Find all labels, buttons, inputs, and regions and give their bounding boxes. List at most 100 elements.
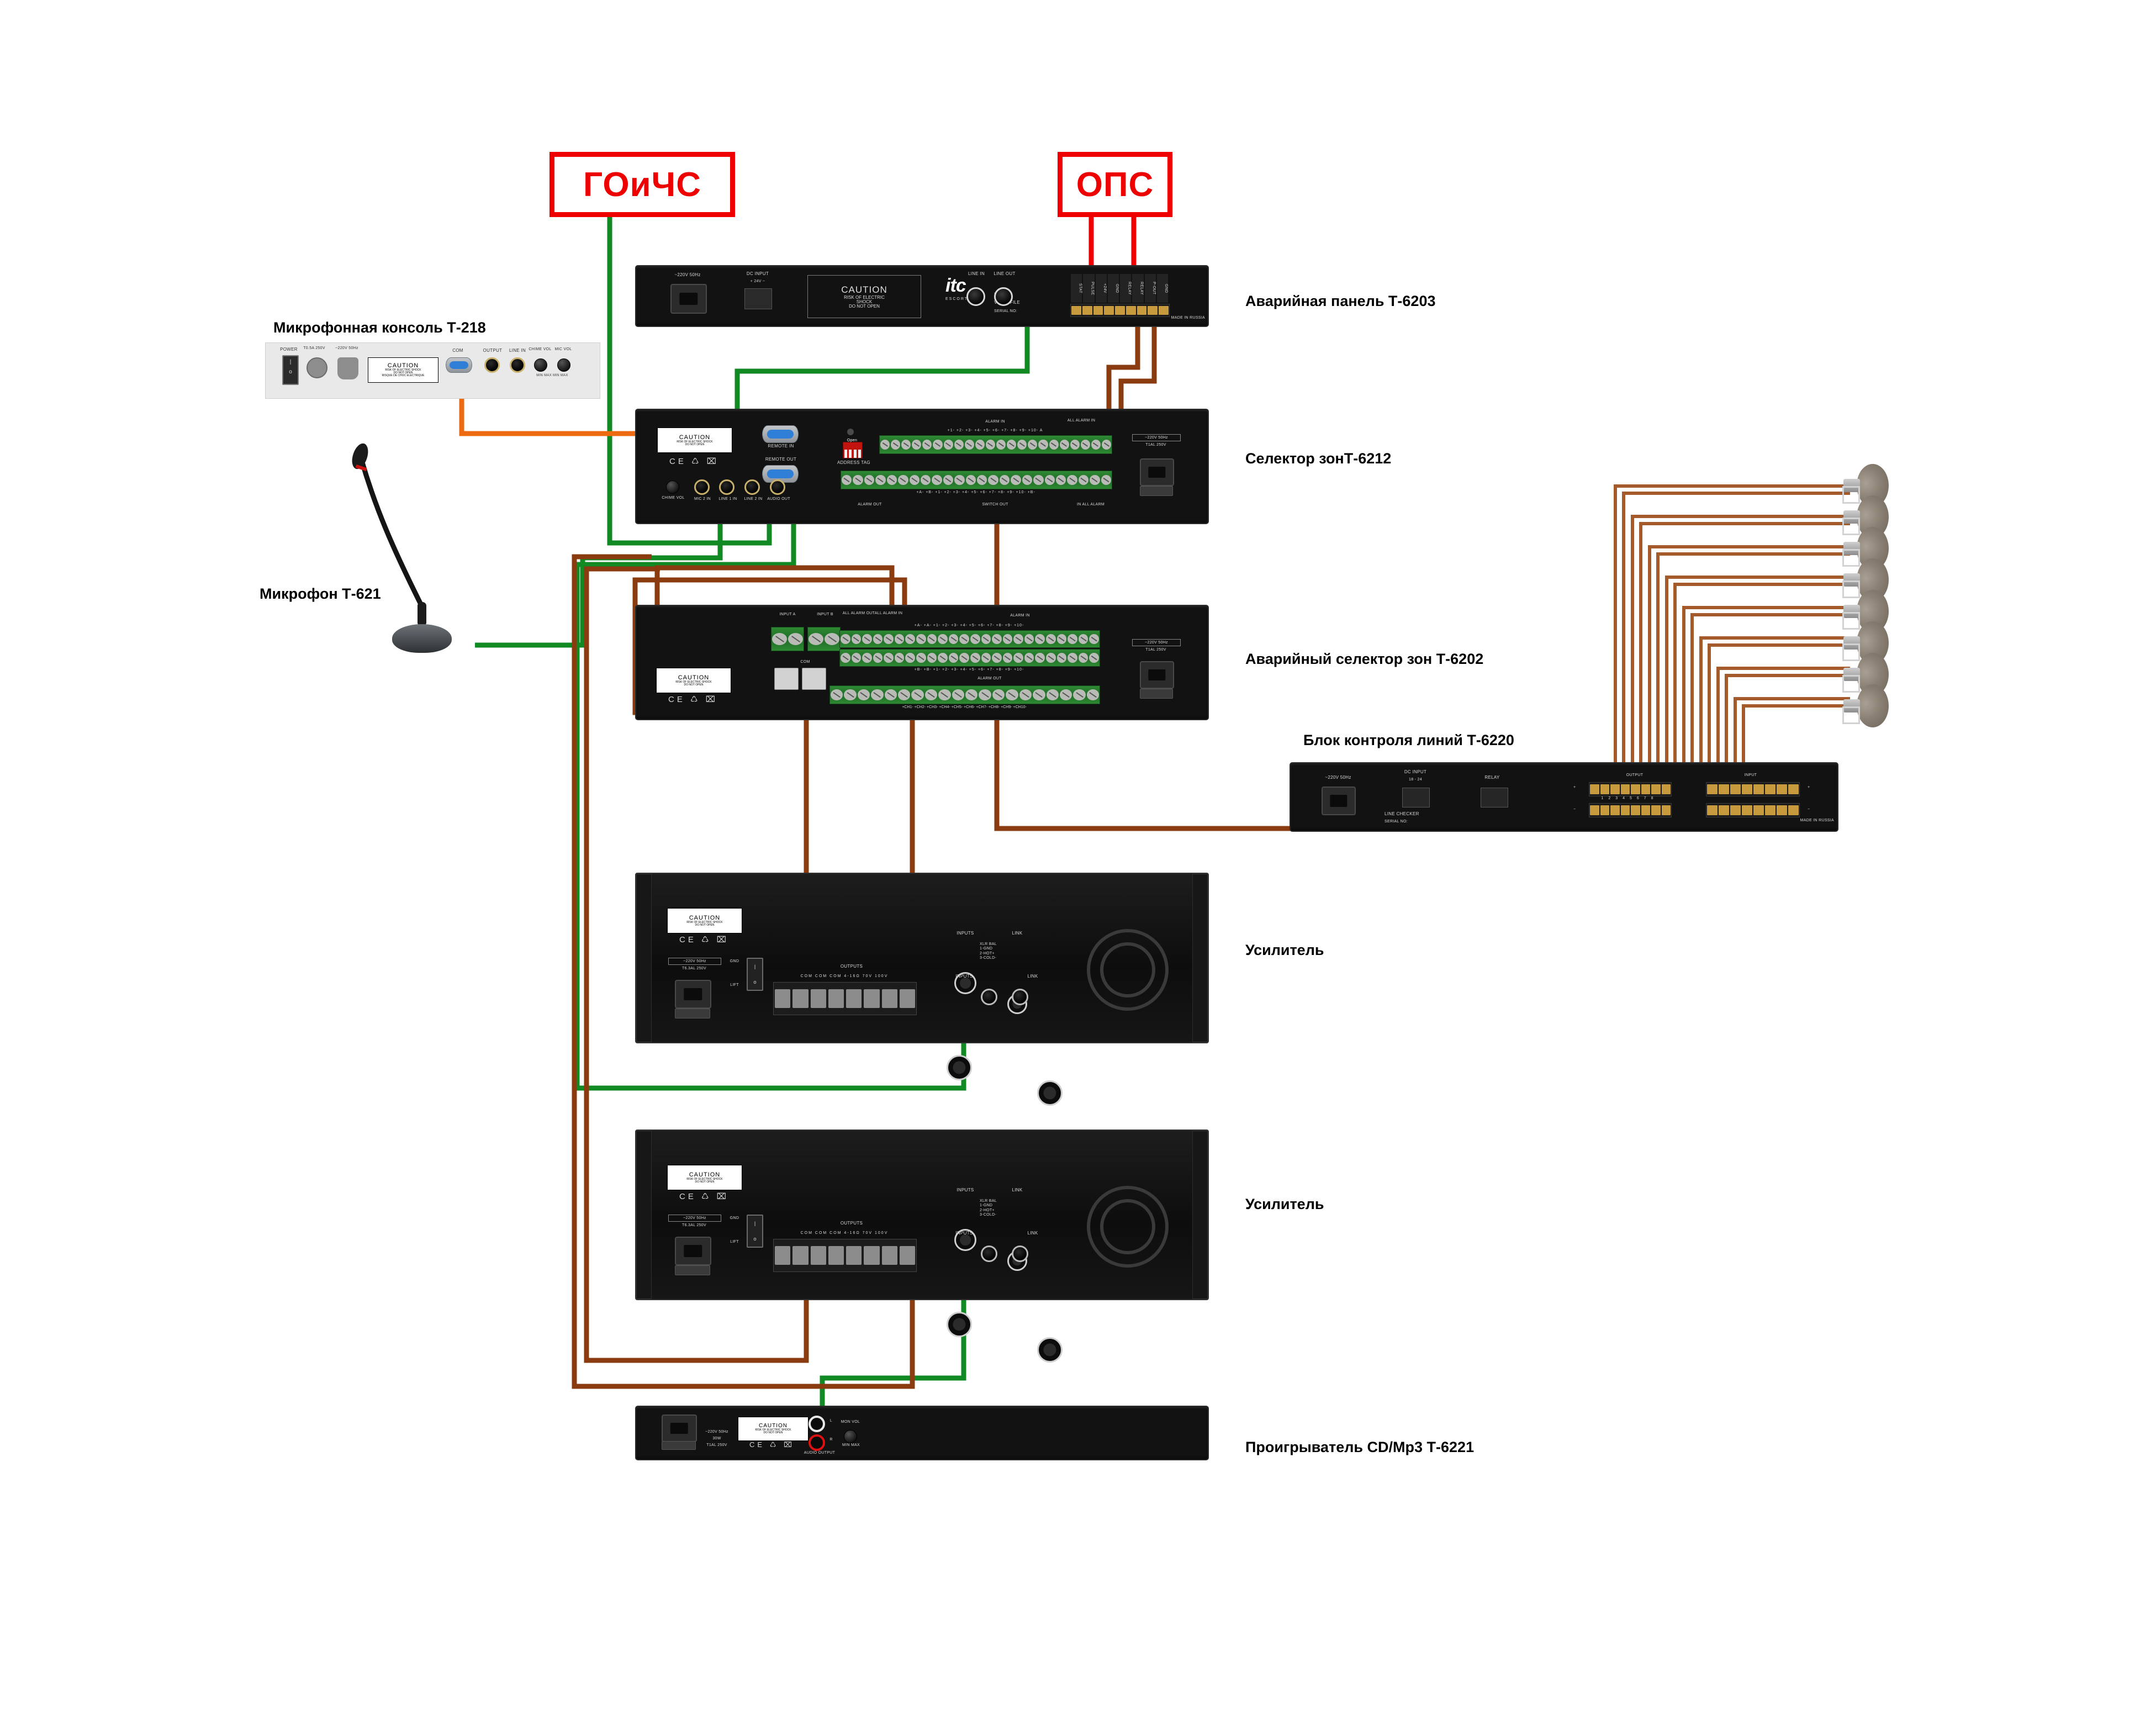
t6212-chime-knob[interactable] [666, 481, 679, 494]
t6221-audio-out-l[interactable] [808, 1416, 825, 1432]
diagram-canvas: ГОиЧС ОПС Микрофонная консоль Т-218 Микр… [0, 0, 2156, 1710]
t6202-inputa-label: INPUT A [779, 613, 796, 616]
wire-spk-6b [1708, 643, 1850, 780]
wire-spk-5a [1682, 606, 1850, 780]
t6212-remote-in-port[interactable] [762, 425, 799, 443]
t6202-inputa-terminal[interactable] [771, 627, 804, 651]
t6212-line2in-jack[interactable] [744, 479, 760, 495]
t6203-linein-jack[interactable] [966, 287, 985, 306]
device-amp2[interactable]: CAUTION RISK OF ELECTRIC SHOCK DO NOT OPEN… [635, 1130, 1209, 1363]
amp1-link-xlr[interactable] [1037, 1080, 1063, 1106]
device-t621[interactable] [309, 442, 475, 663]
t6221-monvol-knob[interactable] [844, 1430, 857, 1443]
t218-linein-label: LINE IN [509, 348, 526, 353]
speaker-horn-8[interactable] [1839, 684, 1889, 729]
t6212-dip-switch[interactable] [843, 442, 863, 458]
wire-spk-1a [1614, 484, 1850, 780]
amp2-link-trs-jack[interactable] [1012, 1245, 1028, 1262]
t6221-monvol-label: MON VOL [841, 1420, 860, 1424]
t6221-audio-out-label: AUDIO OUTPUT [804, 1451, 836, 1455]
t6202-com-label: COM [800, 660, 810, 664]
device-t218[interactable]: POWER | o T0.5A 250V ~220V 50Hz CAUTION … [265, 342, 600, 399]
device-t6203[interactable]: ~220V 50Hz DC INPUT + 24V ~ CAUTION RISK… [635, 265, 1209, 327]
t6203-term-gnd1: GND [1107, 274, 1119, 303]
callout-goichs[interactable]: ГОиЧС [549, 152, 735, 217]
t218-fuse-holder [307, 357, 327, 378]
t6202-com-rj1[interactable] [774, 668, 799, 690]
amp2-input-xlr[interactable] [947, 1312, 972, 1337]
amp2-xlr-pinout: XLR BAL 1-GND 2-HOT+ 3-COLD- [980, 1199, 997, 1217]
amp2-out-taps: COM COM COM 4-16Ω 70V 100V [800, 1231, 889, 1235]
amp1-gnd-lift-switch[interactable]: | o [747, 958, 763, 991]
t6202-alarmout-strip[interactable] [839, 649, 1100, 667]
t6203-term-stat: STAT [1071, 274, 1082, 303]
t218-micvol-knob[interactable] [557, 358, 570, 372]
t218-power-switch[interactable]: | o [282, 355, 299, 385]
amp1-input-xlr[interactable] [947, 1055, 972, 1080]
t6220-dc-range: 18 - 24 [1409, 778, 1422, 782]
t6220-output-strip-top[interactable] [1589, 782, 1672, 796]
t6220-input-strip-bottom[interactable] [1706, 803, 1800, 817]
callout-goichs-label: ГОиЧС [583, 165, 701, 204]
t6212-switchout-label: SWITCH OUT [982, 503, 1008, 506]
t6212-caution-plate: CAUTION RISK OF ELECTRIC SHOCK DO NOT OPEN [657, 428, 732, 453]
t621-gooseneck [352, 443, 426, 626]
amp1-mains-label: ~220V 50Hz [668, 958, 721, 965]
t6212-switchout-strip[interactable] [841, 471, 1112, 489]
t6203-dc-terminal[interactable] [744, 288, 772, 309]
label-t6212: Селектор зонТ-6212 [1245, 450, 1392, 467]
t621-base [392, 624, 452, 653]
t218-micvol-label: MIC VOL [554, 347, 572, 351]
t6220-output-strip-bottom[interactable] [1589, 803, 1672, 817]
t218-output-jack[interactable] [484, 357, 500, 373]
t6220-name-label: LINE CHECKER [1385, 811, 1419, 816]
amp2-input-trs-jack[interactable] [981, 1245, 997, 1262]
t6212-line1in-jack[interactable] [719, 479, 734, 495]
amp2-fuse-holder [675, 1265, 710, 1275]
wire-spk-4a [1665, 576, 1850, 780]
t218-linein-jack[interactable] [510, 357, 525, 373]
t6203-lineout-jack[interactable] [994, 287, 1013, 306]
amp2-output-terminal-block[interactable] [773, 1239, 917, 1272]
t218-caution-l4: RISQUE DE CHOC ELECTRIQUE [382, 374, 425, 377]
t6202-caution-plate: CAUTION RISK OF ELECTRIC SHOCK DO NOT OPEN [656, 668, 731, 693]
amp2-gnd-lift-switch[interactable]: | o [747, 1215, 763, 1248]
t6212-audioout-jack[interactable] [770, 479, 785, 495]
t218-com-db9-port[interactable] [446, 357, 472, 373]
amp1-output-terminal-block[interactable] [773, 982, 917, 1015]
amp1-gnd-label: GND [730, 959, 739, 963]
t6202-alarmin-nums: +A- +A- +1- +2- +3- +4- +5- +6- +7- +8- … [914, 624, 1024, 627]
t6220-dc-terminal[interactable] [1402, 788, 1430, 808]
amp1-link-trs-jack[interactable] [1012, 989, 1028, 1005]
amp2-link-xlr[interactable] [1037, 1337, 1063, 1363]
device-t6220[interactable]: ~220V 50Hz DC INPUT 18 - 24 RELAY LINE C… [1290, 762, 1838, 832]
t6220-mains-label: ~220V 50Hz [1325, 775, 1351, 780]
device-amp1[interactable]: CAUTION RISK OF ELECTRIC SHOCK DO NOT OPEN… [635, 873, 1209, 1106]
callout-ops[interactable]: ОПС [1058, 152, 1172, 217]
t6202-inputb-terminal[interactable] [807, 627, 841, 651]
device-t6221[interactable]: ~220V 50Hz 30W T1AL 250V CAUTION RISK OF … [635, 1406, 1209, 1460]
amp1-input-trs-jack[interactable] [981, 989, 997, 1005]
t6212-alarmin-strip[interactable] [879, 435, 1112, 454]
t6212-fuse-holder [1140, 486, 1173, 496]
t218-fuse-label: T0.5A 250V [303, 346, 325, 350]
t6202-com-rj2[interactable] [802, 668, 826, 690]
t6221-mains-label: ~220V 50Hz [705, 1430, 728, 1434]
t6220-in-plus: + [1808, 785, 1810, 789]
t6202-alarmin-label: ALARM IN [1010, 614, 1030, 618]
device-t6202[interactable]: CAUTION RISK OF ELECTRIC SHOCK DO NOT OPEN… [635, 605, 1209, 720]
t6203-terminal-block[interactable]: STAT PULSE +24V GND RELAY RELAY P-OUT GN… [1070, 274, 1170, 317]
t6203-dc-label: DC INPUT [746, 271, 769, 276]
t6220-relay-terminal[interactable] [1481, 788, 1508, 808]
device-t6212[interactable]: CAUTION RISK OF ELECTRIC SHOCK DO NOT OPEN… [635, 409, 1209, 524]
t6202-channel-out-strip[interactable] [829, 685, 1100, 704]
t218-chimevol-label: CHIME VOL [529, 347, 552, 351]
t6221-audio-out-r[interactable] [808, 1434, 825, 1451]
t6212-mic2in-jack[interactable] [694, 479, 710, 495]
t218-chimevol-knob[interactable] [534, 358, 547, 372]
t6220-input-strip-top[interactable] [1706, 782, 1800, 796]
t6202-fuse-label: T1AL 250V [1145, 648, 1166, 652]
amp2-compliance-icons: CE ♺ ⌧ [679, 1192, 729, 1201]
t6202-alarmin-strip-top[interactable] [839, 630, 1100, 648]
t6221-iec-inlet [662, 1415, 697, 1442]
